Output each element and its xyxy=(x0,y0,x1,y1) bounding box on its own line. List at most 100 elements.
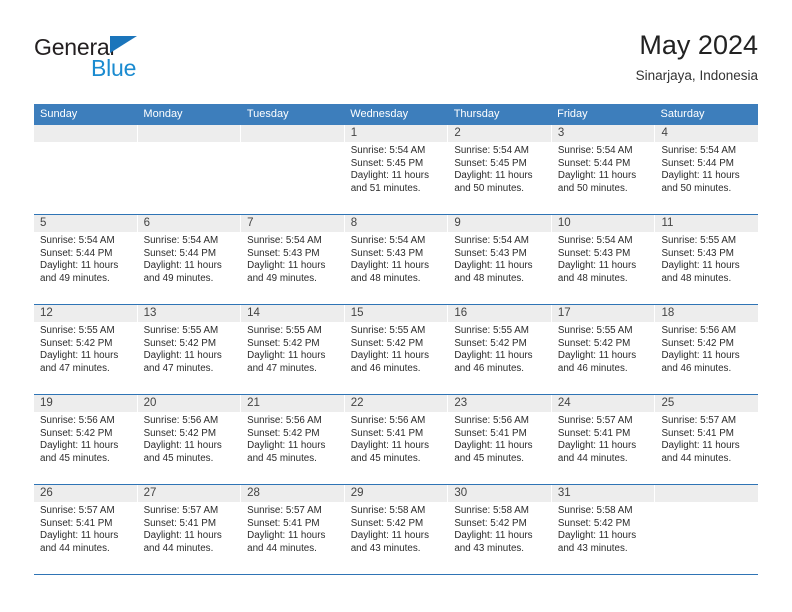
sunset-text: Sunset: 5:43 PM xyxy=(350,247,424,259)
weekday-header-monday: Monday xyxy=(143,108,183,120)
calendar-day-cell[interactable]: 9 Sunrise: 5:54 AM Sunset: 5:43 PM Daylight… xyxy=(448,215,552,304)
daylight-text: Daylight: 11 hours and 46 minutes. xyxy=(557,350,637,374)
sunset-text: Sunset: 5:45 PM xyxy=(454,157,527,169)
weekday-header-tuesday: Tuesday xyxy=(246,108,289,120)
calendar-day-cell[interactable]: 20 Sunrise: 5:56 AM Sunset: 5:42 PM Dayligh… xyxy=(137,395,242,484)
sunset-text: Sunset: 5:41 PM xyxy=(143,517,217,529)
calendar-day-cell[interactable]: 4 Sunrise: 5:54 AM Sunset: 5:44 PM Daylight… xyxy=(655,125,759,214)
sunrise-text: Sunrise: 5:57 AM xyxy=(557,415,633,426)
day-details: Sunrise: 5:57 AM Sunset: 5:41 PM Daylight:… xyxy=(138,502,241,555)
calendar-grid: Sunday Monday Tuesday Wednesday Thursday Frid… xyxy=(34,104,759,575)
daylight-text: Daylight: 11 hours and 45 minutes. xyxy=(454,440,533,464)
daylight-text: Daylight: 11 hours and 49 minutes. xyxy=(40,260,119,284)
calendar-day-cell[interactable]: 18 Sunrise: 5:56 AM Sunset: 5:42 PM Dayligh… xyxy=(655,305,759,394)
daylight-text: Daylight: 11 hours and 46 minutes. xyxy=(350,350,429,374)
day-details: Sunrise: 5:58 AM Sunset: 5:42 PM Daylight:… xyxy=(552,502,655,555)
calendar-day-cell[interactable]: 17 Sunrise: 5:55 AM Sunset: 5:42 PM Dayligh… xyxy=(551,305,656,394)
day-number: 7 xyxy=(241,215,344,232)
calendar-day-cell[interactable]: 8 Sunrise: 5:54 AM Sunset: 5:43 PM Daylight… xyxy=(344,215,449,304)
sunrise-text: Sunrise: 5:55 AM xyxy=(350,325,426,336)
day-details: Sunrise: 5:57 AM Sunset: 5:41 PM Daylight:… xyxy=(655,412,758,465)
calendar-day-cell[interactable]: 19 Sunrise: 5:56 AM Sunset: 5:42 PM Dayligh… xyxy=(34,395,138,484)
day-number: 21 xyxy=(241,395,344,412)
calendar-day-cell[interactable]: 5 Sunrise: 5:54 AM Sunset: 5:44 PM Daylight… xyxy=(34,215,138,304)
calendar-day-cell[interactable]: 21 Sunrise: 5:56 AM Sunset: 5:42 PM Dayligh… xyxy=(241,395,345,484)
weekday-header-saturday: Saturday xyxy=(660,108,705,120)
sunset-text: Sunset: 5:42 PM xyxy=(557,337,631,349)
sunrise-text: Sunrise: 5:58 AM xyxy=(454,505,529,516)
daylight-text: Daylight: 11 hours and 46 minutes. xyxy=(454,350,533,374)
day-number: 25 xyxy=(655,395,759,412)
sunrise-text: Sunrise: 5:56 AM xyxy=(661,325,737,336)
sunrise-text: Sunrise: 5:55 AM xyxy=(557,325,633,336)
calendar-day-cell[interactable]: 31 Sunrise: 5:58 AM Sunset: 5:42 PM Dayligh… xyxy=(551,485,656,574)
daylight-text: Daylight: 11 hours and 48 minutes. xyxy=(557,260,637,284)
calendar-day-cell[interactable]: 16 Sunrise: 5:55 AM Sunset: 5:42 PM Dayligh… xyxy=(448,305,552,394)
sunrise-text: Sunrise: 5:54 AM xyxy=(40,235,115,246)
daylight-text: Daylight: 11 hours and 46 minutes. xyxy=(661,350,740,374)
day-details: Sunrise: 5:55 AM Sunset: 5:42 PM Daylight:… xyxy=(345,322,448,375)
calendar-day-cell[interactable]: 7 Sunrise: 5:54 AM Sunset: 5:43 PM Daylight… xyxy=(241,215,345,304)
daylight-text: Daylight: 11 hours and 49 minutes. xyxy=(247,260,326,284)
sunrise-text: Sunrise: 5:54 AM xyxy=(247,235,322,246)
calendar-day-cell[interactable]: 10 Sunrise: 5:54 AM Sunset: 5:43 PM Dayligh… xyxy=(551,215,656,304)
calendar-week-row: 19 Sunrise: 5:56 AM Sunset: 5:42 PM Dayligh… xyxy=(34,395,759,485)
calendar-day-cell[interactable]: 13 Sunrise: 5:55 AM Sunset: 5:42 PM Dayligh… xyxy=(137,305,242,394)
daylight-text: Daylight: 11 hours and 44 minutes. xyxy=(247,530,326,554)
day-details: Sunrise: 5:54 AM Sunset: 5:44 PM Daylight:… xyxy=(34,232,137,285)
day-number: 5 xyxy=(34,215,137,232)
calendar-day-cell-empty xyxy=(655,485,759,574)
daylight-text: Daylight: 11 hours and 50 minutes. xyxy=(557,170,637,194)
sunrise-text: Sunrise: 5:54 AM xyxy=(143,235,219,246)
weekday-header-thursday: Thursday xyxy=(453,108,500,120)
day-details: Sunrise: 5:55 AM Sunset: 5:42 PM Daylight:… xyxy=(34,322,137,375)
day-number xyxy=(137,125,241,142)
sunset-text: Sunset: 5:42 PM xyxy=(247,337,320,349)
daylight-text: Daylight: 11 hours and 45 minutes. xyxy=(143,440,222,464)
day-details: Sunrise: 5:55 AM Sunset: 5:42 PM Daylight:… xyxy=(138,322,241,375)
calendar-day-cell-empty xyxy=(137,125,242,214)
day-details: Sunrise: 5:55 AM Sunset: 5:42 PM Daylight:… xyxy=(448,322,551,375)
calendar-day-cell[interactable]: 1 Sunrise: 5:54 AM Sunset: 5:45 PM Daylight… xyxy=(344,125,449,214)
calendar-day-cell[interactable]: 14 Sunrise: 5:55 AM Sunset: 5:42 PM Dayligh… xyxy=(241,305,345,394)
daylight-text: Daylight: 11 hours and 48 minutes. xyxy=(661,260,740,284)
calendar-day-cell[interactable]: 2 Sunrise: 5:54 AM Sunset: 5:45 PM Daylight… xyxy=(448,125,552,214)
sunrise-text: Sunrise: 5:57 AM xyxy=(661,415,737,426)
day-number: 8 xyxy=(344,215,448,232)
sunrise-text: Sunrise: 5:55 AM xyxy=(661,235,737,246)
day-number: 6 xyxy=(137,215,241,232)
sunset-text: Sunset: 5:42 PM xyxy=(247,427,320,439)
sunrise-text: Sunrise: 5:55 AM xyxy=(143,325,219,336)
day-number: 29 xyxy=(344,485,448,502)
calendar-day-cell[interactable]: 12 Sunrise: 5:55 AM Sunset: 5:42 PM Dayligh… xyxy=(34,305,138,394)
sunrise-text: Sunrise: 5:55 AM xyxy=(40,325,115,336)
sunset-text: Sunset: 5:44 PM xyxy=(661,157,734,169)
calendar-day-cell[interactable]: 24 Sunrise: 5:57 AM Sunset: 5:41 PM Dayligh… xyxy=(551,395,656,484)
daylight-text: Daylight: 11 hours and 48 minutes. xyxy=(350,260,429,284)
sunset-text: Sunset: 5:43 PM xyxy=(557,247,631,259)
calendar-day-cell[interactable]: 28 Sunrise: 5:57 AM Sunset: 5:41 PM Dayligh… xyxy=(241,485,345,574)
calendar-day-cell[interactable]: 23 Sunrise: 5:56 AM Sunset: 5:41 PM Dayligh… xyxy=(448,395,552,484)
title-block: May 2024 Sinarjaya, Indonesia xyxy=(636,28,758,86)
day-details: Sunrise: 5:57 AM Sunset: 5:41 PM Daylight:… xyxy=(552,412,655,465)
sunrise-text: Sunrise: 5:54 AM xyxy=(454,145,529,156)
calendar-day-cell[interactable]: 6 Sunrise: 5:54 AM Sunset: 5:44 PM Daylight… xyxy=(137,215,242,304)
calendar-day-cell[interactable]: 29 Sunrise: 5:58 AM Sunset: 5:42 PM Dayligh… xyxy=(344,485,449,574)
calendar-week-row: 26 Sunrise: 5:57 AM Sunset: 5:41 PM Dayligh… xyxy=(34,485,759,575)
calendar-day-cell[interactable]: 27 Sunrise: 5:57 AM Sunset: 5:41 PM Dayligh… xyxy=(137,485,242,574)
sunset-text: Sunset: 5:42 PM xyxy=(557,517,631,529)
day-number: 4 xyxy=(655,125,759,142)
calendar-day-cell[interactable]: 26 Sunrise: 5:57 AM Sunset: 5:41 PM Dayligh… xyxy=(34,485,138,574)
calendar-day-cell[interactable]: 15 Sunrise: 5:55 AM Sunset: 5:42 PM Dayligh… xyxy=(344,305,449,394)
sunset-text: Sunset: 5:44 PM xyxy=(557,157,631,169)
sunrise-text: Sunrise: 5:58 AM xyxy=(350,505,426,516)
logo-triangle-icon xyxy=(110,36,137,53)
calendar-day-cell[interactable]: 22 Sunrise: 5:56 AM Sunset: 5:41 PM Dayligh… xyxy=(344,395,449,484)
calendar-day-cell[interactable]: 30 Sunrise: 5:58 AM Sunset: 5:42 PM Dayligh… xyxy=(448,485,552,574)
calendar-day-cell[interactable]: 11 Sunrise: 5:55 AM Sunset: 5:43 PM Dayligh… xyxy=(655,215,759,304)
calendar-day-cell[interactable]: 3 Sunrise: 5:54 AM Sunset: 5:44 PM Daylight… xyxy=(551,125,656,214)
day-number: 9 xyxy=(448,215,551,232)
calendar-day-cell[interactable]: 25 Sunrise: 5:57 AM Sunset: 5:41 PM Dayligh… xyxy=(655,395,759,484)
page-title: May 2024 xyxy=(639,30,758,60)
day-details: Sunrise: 5:57 AM Sunset: 5:41 PM Daylight:… xyxy=(241,502,344,555)
